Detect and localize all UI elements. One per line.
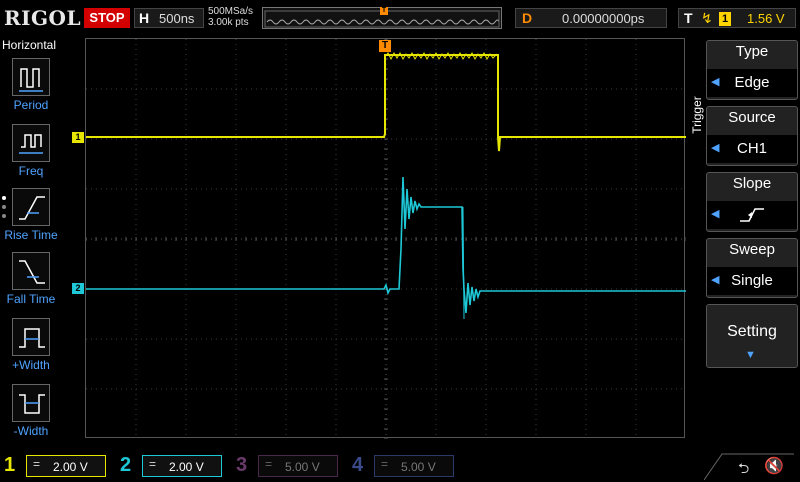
trigger-type-title: Type bbox=[735, 43, 769, 60]
ch1-scale-box: = 2.00 V bbox=[26, 455, 106, 477]
trigger-type-button[interactable]: Type Edge ◀ bbox=[706, 40, 798, 100]
select-arrow-icon: ◀ bbox=[711, 142, 720, 154]
ch2-offset-marker[interactable]: 2 bbox=[72, 283, 84, 294]
sidebar-title: Horizontal bbox=[2, 38, 57, 52]
trigger-label: T bbox=[684, 10, 693, 26]
trigger-source-value: CH1 bbox=[707, 135, 797, 163]
fall-time-icon bbox=[12, 252, 50, 290]
pos-width-icon bbox=[12, 318, 50, 356]
memory-trigger-marker: T bbox=[380, 7, 388, 15]
ch3-scale: 5.00 V bbox=[285, 460, 320, 474]
ch2-scale-box: = 2.00 V bbox=[142, 455, 222, 477]
rise-time-label: Rise Time bbox=[4, 228, 58, 242]
ch4-scale: 5.00 V bbox=[401, 460, 436, 474]
ch1-waveform bbox=[86, 54, 686, 152]
ch2-scale: 2.00 V bbox=[169, 460, 204, 474]
ch1-offset-marker[interactable]: 1 bbox=[72, 132, 84, 143]
neg-width-label: -Width bbox=[13, 424, 49, 438]
trigger-source-title: Source bbox=[728, 109, 776, 126]
measure-fall-time-item[interactable]: Fall Time bbox=[0, 252, 62, 314]
ch2-status[interactable]: 2 = 2.00 V bbox=[116, 452, 232, 480]
usb-icon: ⮌ bbox=[738, 460, 750, 476]
select-arrow-icon: ◀ bbox=[711, 208, 720, 220]
memory-overview-bar: T bbox=[262, 7, 502, 29]
trigger-level-value: 1.56 V bbox=[747, 11, 785, 26]
ch3-status[interactable]: 3 = 5.00 V bbox=[232, 452, 348, 480]
rising-slope-icon bbox=[740, 208, 764, 222]
measure-neg-width-item[interactable]: -Width bbox=[0, 384, 62, 446]
trigger-source-badge: 1 bbox=[719, 12, 731, 26]
ch3-number: 3 bbox=[236, 454, 248, 476]
freq-label: Freq bbox=[18, 164, 44, 178]
acquisition-info: 500MSa/s 3.00k pts bbox=[208, 6, 253, 28]
ch1-scale: 2.00 V bbox=[53, 460, 88, 474]
trigger-slope-value bbox=[707, 201, 797, 229]
neg-width-icon bbox=[12, 384, 50, 422]
ch1-status[interactable]: 1 = 2.00 V bbox=[0, 452, 116, 480]
speaker-mute-icon[interactable]: 🔇 bbox=[764, 456, 784, 476]
ch1-number: 1 bbox=[4, 454, 16, 476]
fall-time-label: Fall Time bbox=[6, 292, 56, 306]
delay-box[interactable]: D 0.00000000ps bbox=[515, 8, 667, 28]
trigger-menu-title: Trigger bbox=[690, 96, 704, 134]
trigger-status-box[interactable]: T ↯ 1 1.56 V bbox=[678, 8, 796, 28]
trigger-sweep-value: Single bbox=[707, 267, 797, 295]
trigger-position-marker[interactable]: T bbox=[379, 40, 391, 52]
ch3-scale-box: = 5.00 V bbox=[258, 455, 338, 477]
select-arrow-icon: ◀ bbox=[711, 76, 720, 88]
waveform-display[interactable]: 1 2 bbox=[72, 38, 686, 439]
timebase-value: 500ns bbox=[159, 11, 195, 26]
trigger-menu: Trigger Type Edge ◀ Source CH1 ◀ Slope ◀… bbox=[688, 38, 800, 450]
trigger-sweep-button[interactable]: Sweep Single ◀ bbox=[706, 238, 798, 298]
measure-period-item[interactable]: Period bbox=[0, 58, 62, 120]
delay-label: D bbox=[522, 10, 533, 26]
select-arrow-icon: ◀ bbox=[711, 274, 720, 286]
ch2-number: 2 bbox=[120, 454, 132, 476]
setting-label: Setting bbox=[727, 323, 777, 340]
trigger-slope-title: Slope bbox=[732, 175, 772, 192]
pos-width-label: +Width bbox=[12, 358, 50, 372]
period-icon bbox=[12, 58, 50, 96]
channel-status-bar: 1 = 2.00 V 2 = 2.00 V 3 = 5.00 V 4 = 5.0… bbox=[0, 452, 800, 480]
measure-freq-item[interactable]: Freq bbox=[0, 124, 62, 186]
ch4-status[interactable]: 4 = 5.00 V bbox=[348, 452, 464, 480]
trigger-slope-button[interactable]: Slope ◀ bbox=[706, 172, 798, 232]
run-stop-status[interactable]: STOP bbox=[84, 8, 130, 28]
rigol-logo: RIGOL bbox=[4, 6, 82, 30]
memory-depth: 3.00k pts bbox=[208, 17, 249, 28]
delay-value: 0.00000000ps bbox=[562, 11, 645, 26]
period-label: Period bbox=[13, 98, 49, 112]
ch4-number: 4 bbox=[352, 454, 364, 476]
horizontal-label: H bbox=[139, 10, 150, 26]
sample-rate: 500MSa/s bbox=[208, 6, 254, 17]
dc-coupling-icon: = bbox=[381, 457, 389, 471]
horizontal-timebase-box[interactable]: H 500ns bbox=[134, 8, 204, 28]
waveform-canvas bbox=[86, 39, 686, 439]
dc-coupling-icon: = bbox=[265, 457, 273, 471]
dc-coupling-icon: = bbox=[33, 457, 41, 471]
dc-coupling-icon: = bbox=[149, 457, 157, 471]
measure-rise-time-item[interactable]: Rise Time bbox=[0, 188, 62, 250]
trigger-setting-button[interactable]: Setting ▼ bbox=[706, 304, 798, 368]
rise-time-icon bbox=[12, 188, 50, 226]
trigger-source-button[interactable]: Source CH1 ◀ bbox=[706, 106, 798, 166]
chevron-down-icon: ▼ bbox=[745, 349, 756, 361]
trigger-sweep-title: Sweep bbox=[729, 241, 775, 258]
measure-pos-width-item[interactable]: +Width bbox=[0, 318, 62, 380]
rising-edge-icon: ↯ bbox=[701, 10, 713, 26]
top-status-bar: RIGOL STOP H 500ns 500MSa/s 3.00k pts T … bbox=[0, 0, 800, 36]
ch4-scale-box: = 5.00 V bbox=[374, 455, 454, 477]
measurement-sidebar: Horizontal Period Freq Rise Time Fall Ti… bbox=[0, 36, 62, 450]
freq-icon bbox=[12, 124, 50, 162]
trigger-type-value: Edge bbox=[707, 69, 797, 97]
ch2-spike bbox=[462, 206, 465, 320]
